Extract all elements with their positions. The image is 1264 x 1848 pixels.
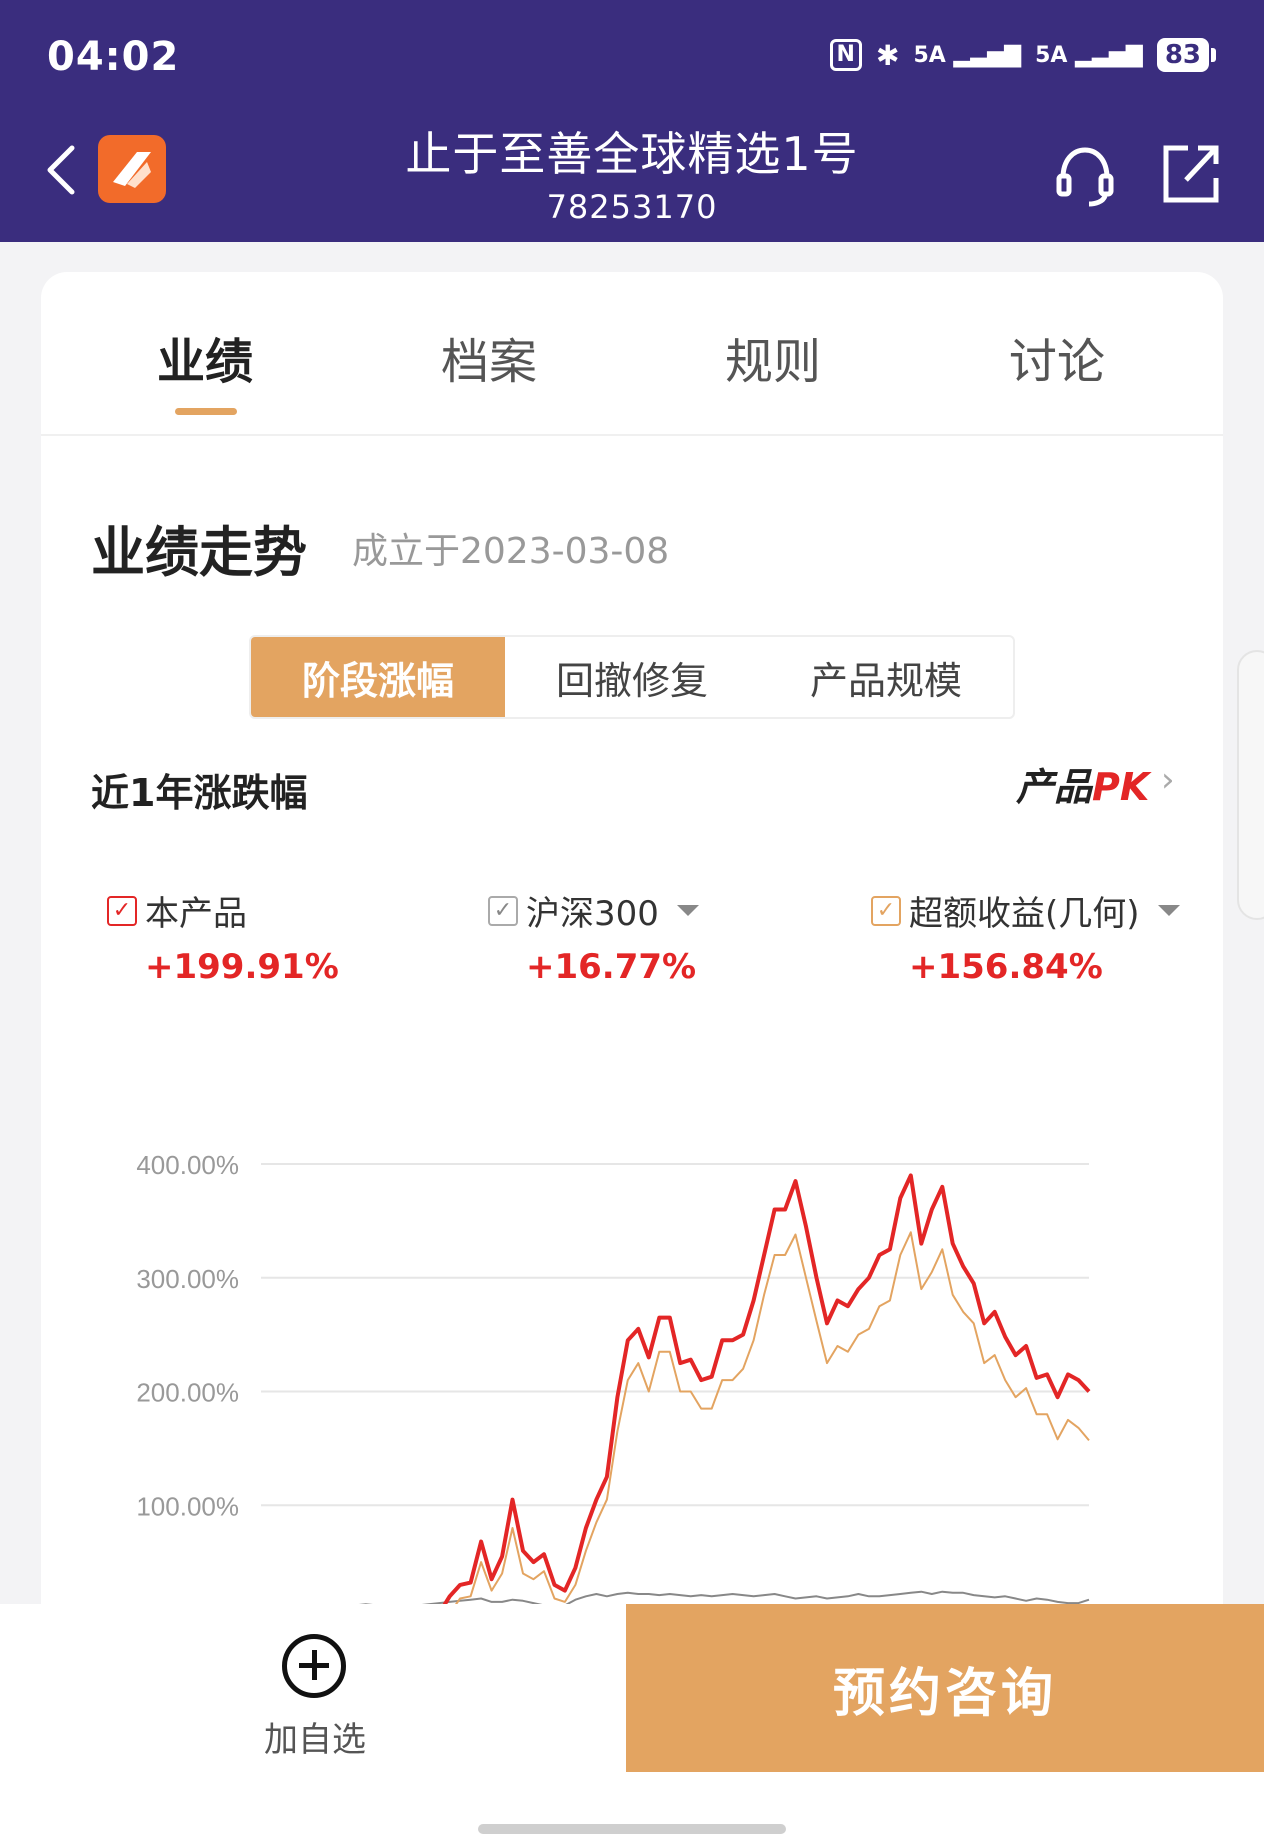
add-to-watchlist-button[interactable]: 加自选 <box>220 1634 410 1764</box>
tab-bar: 业绩 档案 规则 讨论 <box>41 272 1223 436</box>
tab-performance[interactable]: 业绩 <box>105 322 305 392</box>
tab-discussion[interactable]: 讨论 <box>957 322 1157 392</box>
established-date: 成立于2023-03-08 <box>352 531 670 572</box>
headset-icon <box>1056 147 1114 207</box>
bottom-action-bar: 加自选 预约咨询 <box>0 1604 1264 1848</box>
legend-product[interactable]: ✓ 本产品 +199.91% <box>107 886 339 987</box>
watchlist-label: 加自选 <box>264 1720 366 1760</box>
book-consultation-button[interactable]: 预约咨询 <box>626 1604 1264 1772</box>
dropdown-caret-icon[interactable] <box>1157 905 1180 916</box>
tab-profile[interactable]: 档案 <box>389 322 589 392</box>
legend-value: +156.84% <box>909 947 1103 987</box>
y-tick-label: 400.00% <box>136 1150 239 1180</box>
active-tab-indicator <box>175 408 237 415</box>
content-card: 业绩 档案 规则 讨论 业绩走势 成立于2023-03-08 阶段涨幅 回撤修复… <box>41 272 1223 1672</box>
legend-label: 超额收益(几何) <box>909 894 1140 934</box>
range-title: 近1年涨跌幅 <box>91 771 308 815</box>
dropdown-caret-icon[interactable] <box>676 905 699 916</box>
signal-icon-2: 5A ▂▃▅▇ <box>1035 42 1143 68</box>
status-time: 04:02 <box>47 34 180 80</box>
legend-label: 沪深300 <box>526 894 659 934</box>
y-tick-label: 200.00% <box>136 1378 239 1408</box>
nfc-icon: N <box>829 39 862 71</box>
signal-icon-1: 5A ▂▃▅▇ <box>913 42 1022 68</box>
segment-stage-gain[interactable]: 阶段涨幅 <box>251 637 505 717</box>
legend-excess-return[interactable]: ✓ 超额收益(几何) +156.84% <box>871 886 1180 987</box>
chevron-right-icon: › <box>1161 760 1175 800</box>
legend-value: +199.91% <box>145 947 339 987</box>
share-button[interactable] <box>1160 142 1222 206</box>
customer-service-button[interactable] <box>1055 142 1115 208</box>
battery-icon: 83 <box>1156 38 1216 72</box>
share-icon <box>1163 145 1219 203</box>
series-line-excess-return <box>260 1231 1090 1636</box>
segment-product-scale[interactable]: 产品规模 <box>759 637 1013 717</box>
bluetooth-icon: ✱ <box>875 38 900 72</box>
checkbox-icon[interactable]: ✓ <box>871 895 901 926</box>
y-tick-label: 300.00% <box>136 1264 239 1294</box>
side-drawer-handle[interactable] <box>1237 650 1264 920</box>
y-tick-label: 100.00% <box>136 1491 239 1521</box>
product-pk-link[interactable]: 产品PK <box>1016 756 1149 811</box>
status-icons: N ✱ 5A ▂▃▅▇ 5A ▂▃▅▇ 83 <box>829 38 1216 72</box>
legend-csi300[interactable]: ✓ 沪深300 +16.77% <box>488 886 699 987</box>
legend-label: 本产品 <box>145 894 247 934</box>
app-header: 04:02 N ✱ 5A ▂▃▅▇ 5A ▂▃▅▇ 83 止于至善全球精选1号 … <box>0 0 1264 242</box>
segment-control: 阶段涨幅 回撤修复 产品规模 <box>249 635 1015 719</box>
section-title: 业绩走势 <box>91 521 307 584</box>
tab-rules[interactable]: 规则 <box>673 322 873 392</box>
add-circle-icon <box>282 1634 346 1698</box>
home-indicator <box>478 1824 786 1834</box>
segment-drawdown-recovery[interactable]: 回撤修复 <box>505 637 759 717</box>
legend-value: +16.77% <box>526 947 697 987</box>
checkbox-icon[interactable]: ✓ <box>488 895 518 926</box>
performance-chart[interactable]: 400.00%300.00%200.00%100.00%0.00% <box>41 1032 1223 1672</box>
series-line-product <box>260 1173 1091 1625</box>
checkbox-icon[interactable]: ✓ <box>107 895 137 926</box>
